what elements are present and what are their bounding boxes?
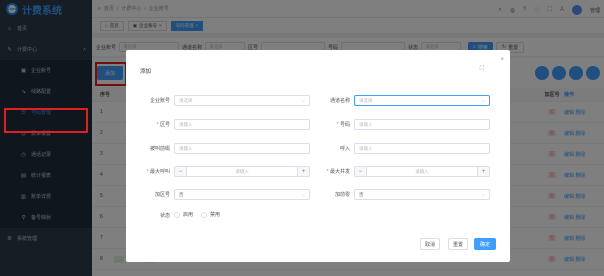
confirm-button[interactable]: 确定 [474, 238, 496, 250]
add-area-code-select[interactable]: 否 ⌵ [174, 189, 310, 200]
chevron-down-icon: ⌵ [301, 192, 305, 197]
call-in-input[interactable]: 请输入 [354, 143, 490, 154]
maximize-icon[interactable]: ⛶ [480, 66, 484, 73]
number-label: * 号码 [336, 122, 350, 128]
dialog-title: 添加 [140, 69, 152, 75]
chevron-down-icon: ⌵ [301, 98, 305, 103]
reset-button[interactable]: 重置 [448, 238, 468, 250]
add-zero-label: 加前零 [334, 192, 350, 198]
company-account-select[interactable]: 请选择 ⌵ [174, 95, 310, 106]
call-in-label: 呼入 [339, 146, 350, 152]
increment-button[interactable]: + [477, 167, 489, 176]
chevron-down-icon: ⌵ [481, 98, 485, 103]
company-account-label: 企业账号 [149, 98, 170, 104]
add-dialog: 添加 ⛶ × 企业账号 请选择 ⌵ 通道名称 请选择 ⌵ * 区号 请输入 * … [126, 50, 510, 262]
chevron-down-icon: ⌵ [481, 192, 485, 197]
channel-name-select[interactable]: 请选择 ⌵ [354, 95, 490, 106]
status-disable-radio[interactable]: 禁用 [201, 211, 220, 218]
max-concurrent-stepper[interactable]: − 请输入 + [354, 166, 490, 177]
called-prefix-label: 被叫前缀 [149, 146, 170, 152]
highlight-sidebar-number [4, 108, 88, 133]
close-icon[interactable]: × [500, 57, 504, 63]
max-calls-label: * 最大呼叫 [146, 169, 170, 175]
status-label: 状态 [159, 213, 170, 219]
called-prefix-input[interactable]: 请输入 [174, 143, 310, 154]
status-radio-group: 启用 禁用 [174, 211, 220, 218]
status-enable-radio[interactable]: 启用 [174, 211, 193, 218]
max-calls-stepper[interactable]: − 请输入 + [174, 166, 310, 177]
channel-name-label: 通道名称 [329, 98, 350, 104]
add-zero-select[interactable]: 否 ⌵ [354, 189, 490, 200]
cancel-button[interactable]: 取消 [420, 238, 440, 250]
max-concurrent-label: * 最大并发 [326, 169, 350, 175]
area-code-input[interactable]: 请输入 [174, 119, 310, 130]
add-area-code-label: 加区号 [154, 192, 170, 198]
area-code-label: * 区号 [156, 122, 170, 128]
number-input[interactable]: 请输入 [354, 119, 490, 130]
